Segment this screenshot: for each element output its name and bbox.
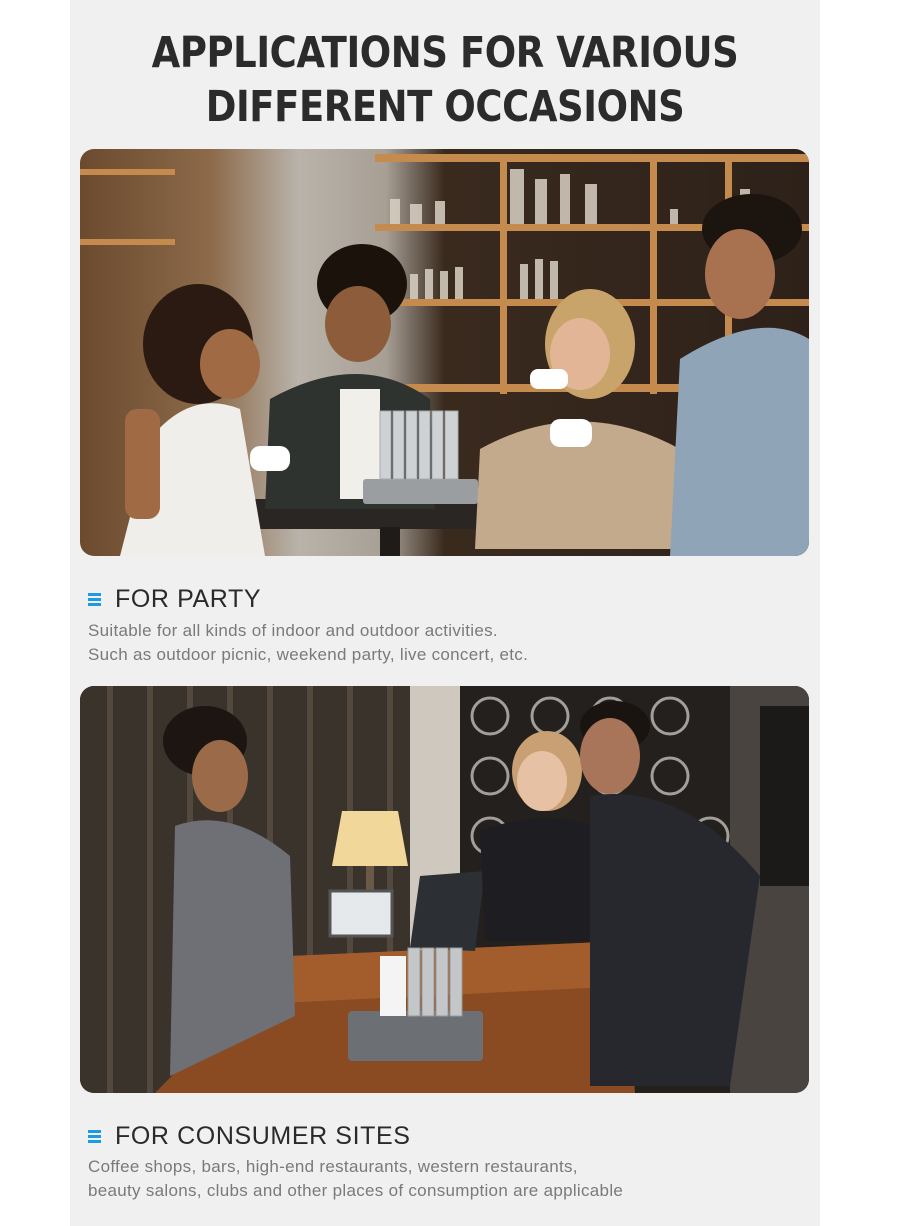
party-description-line-2: Such as outdoor picnic, weekend party, l… — [88, 644, 529, 664]
consumer-sites-section-heading: FOR CONSUMER SITES — [88, 1122, 411, 1151]
party-scene-illustration — [80, 149, 809, 556]
consumer-sites-photo — [80, 686, 809, 1093]
page-title-line-2: DIFFERENT OCCASIONS — [205, 82, 685, 132]
content-panel: APPLICATIONS FOR VARIOUS DIFFERENT OCCAS… — [70, 0, 820, 1226]
page-title-line-1: APPLICATIONS FOR VARIOUS — [151, 28, 739, 78]
consumer-sites-section-title: FOR CONSUMER SITES — [115, 1122, 411, 1150]
consumer-description-line-1: Coffee shops, bars, high-end restaurants… — [88, 1157, 578, 1176]
party-photo — [80, 149, 809, 556]
consumer-description-line-2: beauty salons, clubs and other places of… — [88, 1180, 624, 1200]
menu-lines-icon — [88, 1130, 101, 1143]
menu-lines-icon — [88, 593, 101, 606]
party-section-title: FOR PARTY — [115, 585, 262, 613]
party-section-description: Suitable for all kinds of indoor and out… — [88, 619, 528, 666]
party-description-line-1: Suitable for all kinds of indoor and out… — [88, 621, 498, 640]
page-title: APPLICATIONS FOR VARIOUS DIFFERENT OCCAS… — [123, 26, 768, 134]
party-section-heading: FOR PARTY — [88, 585, 261, 614]
consumer-sites-section-description: Coffee shops, bars, high-end restaurants… — [88, 1155, 623, 1202]
consumer-scene-illustration — [80, 686, 809, 1093]
